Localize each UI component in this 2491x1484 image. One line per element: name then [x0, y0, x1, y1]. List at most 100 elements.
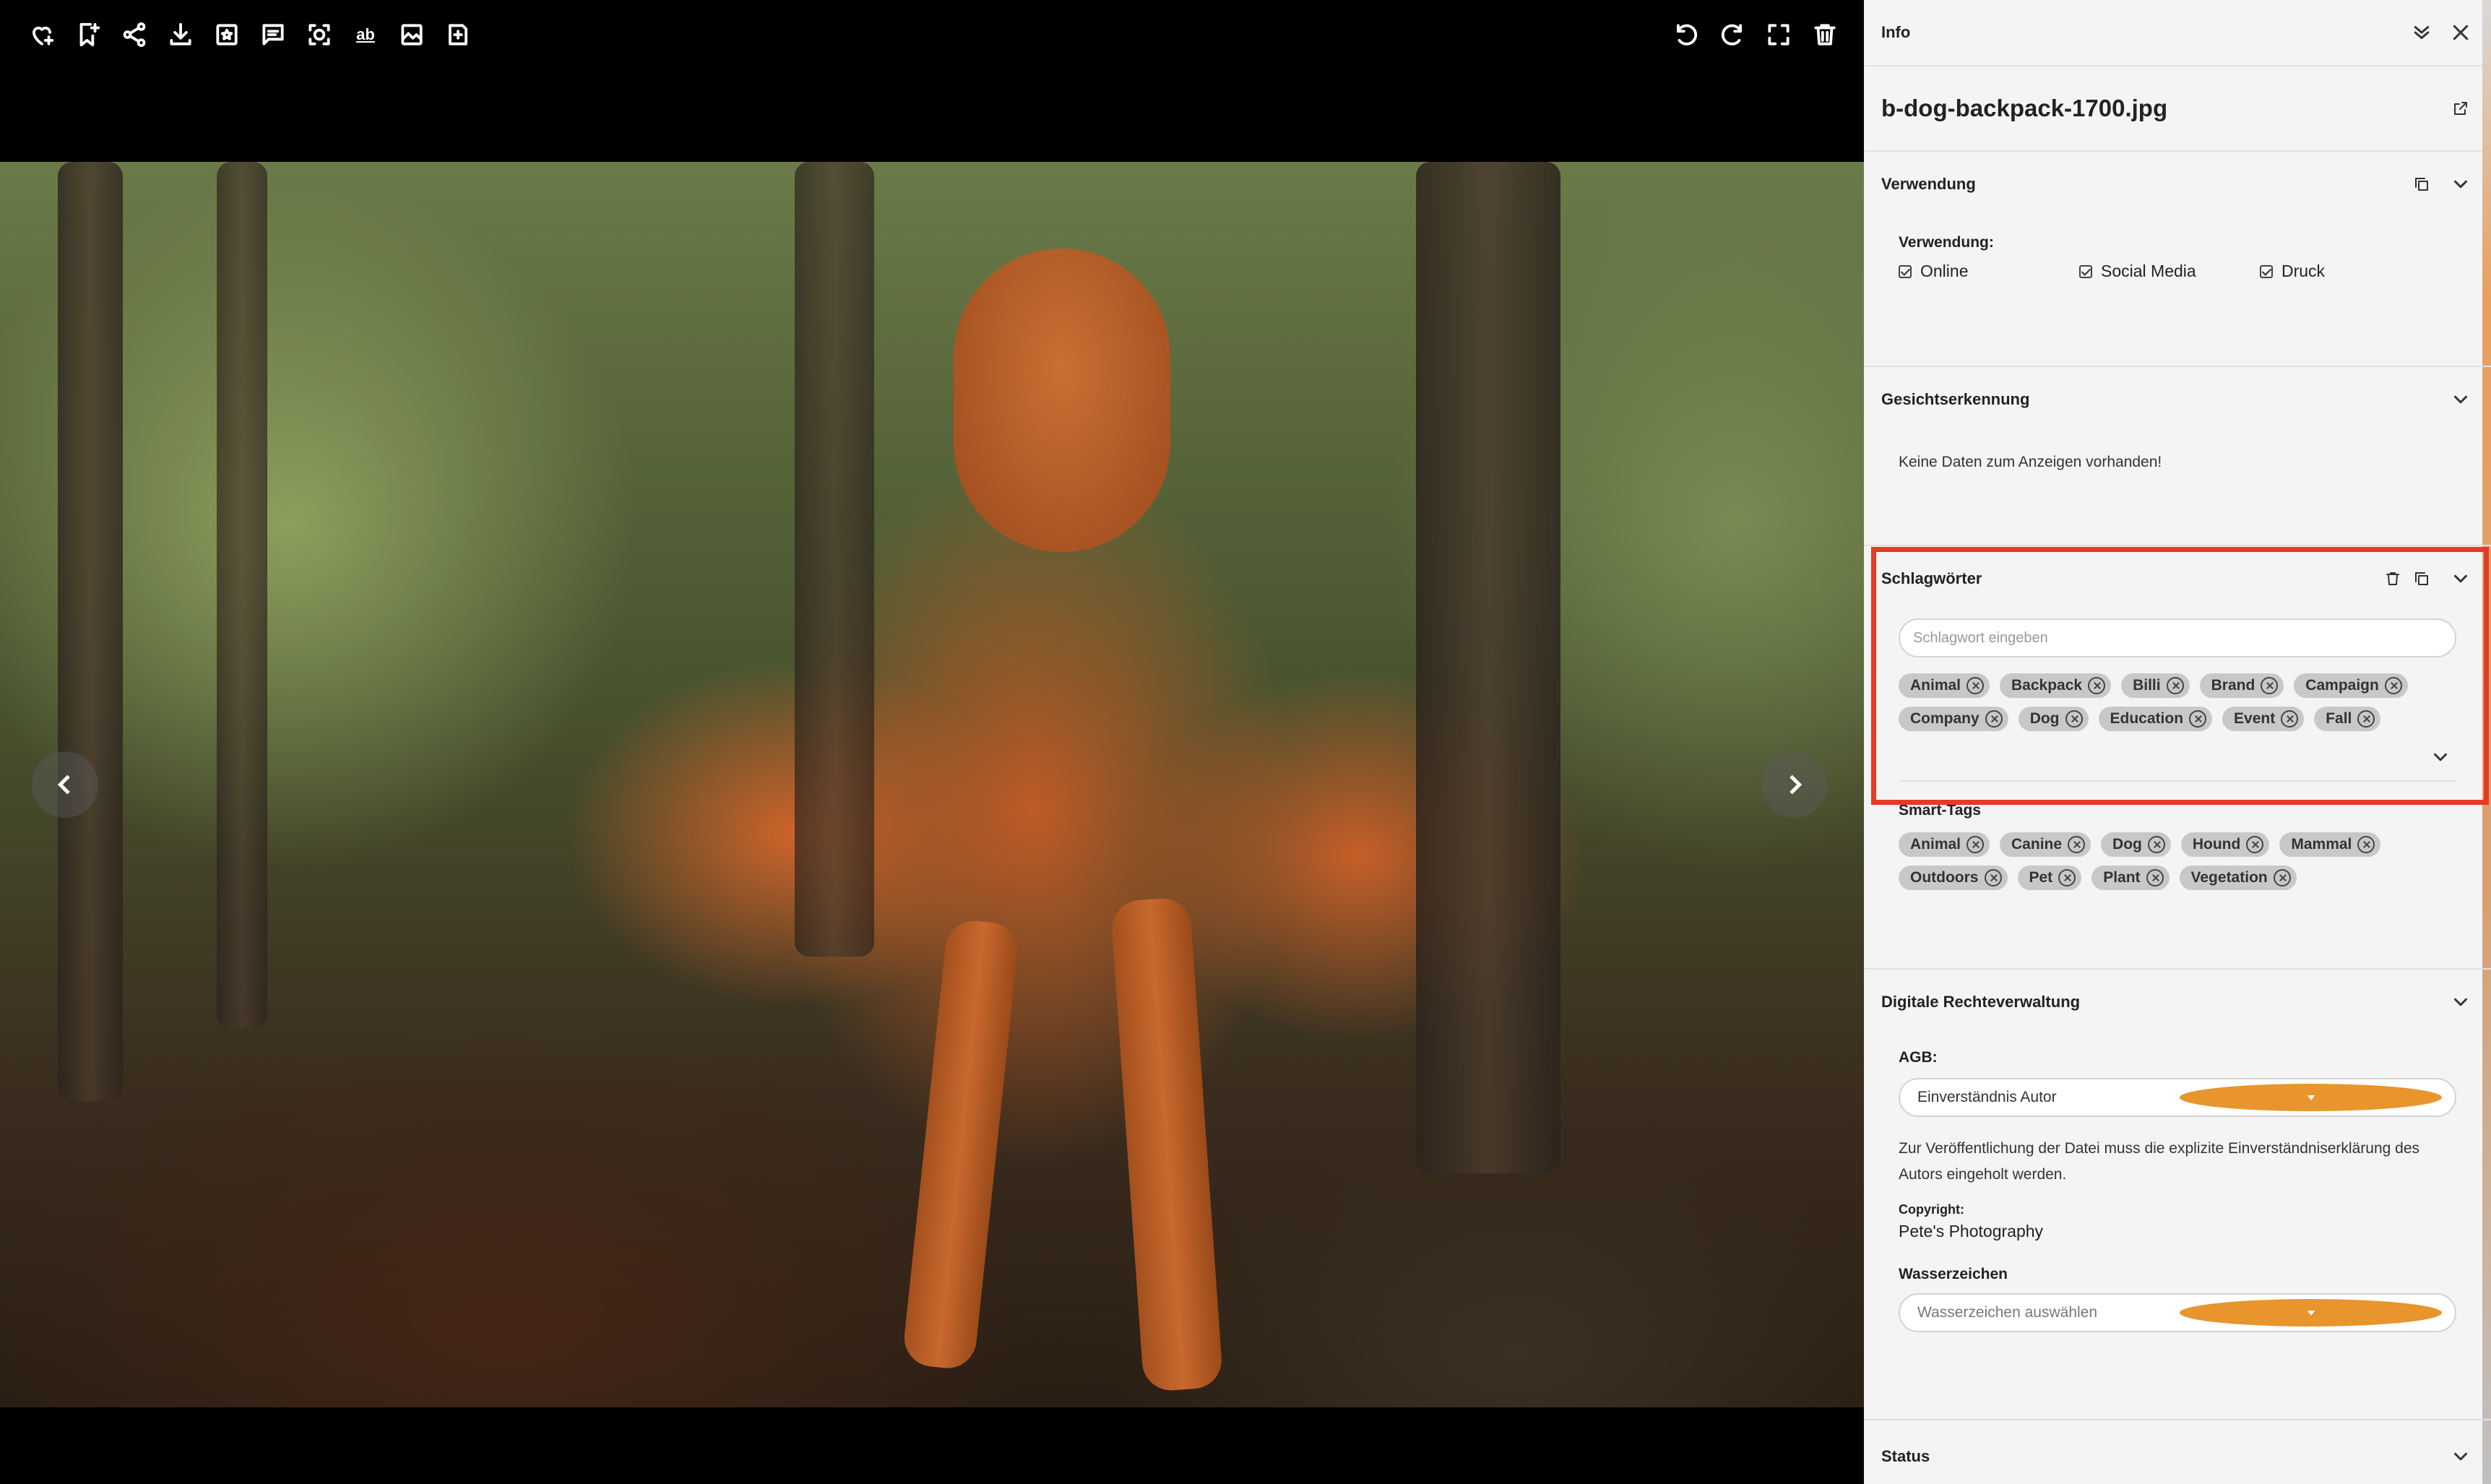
heart-plus-icon[interactable] [19, 14, 65, 55]
download-icon[interactable] [157, 14, 204, 55]
smart-tag[interactable]: Hound [2180, 832, 2270, 857]
tag-label: Animal [1910, 677, 1961, 694]
section-header[interactable]: Schlagwörter [1864, 546, 2491, 611]
smart-tag[interactable]: Vegetation [2179, 866, 2297, 890]
keyword-tag[interactable]: Dog [2018, 707, 2089, 731]
panel-title: Info [1881, 23, 1911, 41]
smart-tag[interactable]: Mammal [2279, 832, 2381, 857]
trash-icon[interactable] [1802, 14, 1848, 55]
keyword-tag[interactable]: Event [2222, 707, 2305, 731]
smart-tag[interactable]: Plant [2091, 866, 2170, 890]
remove-tag-icon[interactable] [1967, 677, 1985, 694]
remove-tag-icon[interactable] [2065, 710, 2083, 728]
copy-icon[interactable] [2409, 171, 2435, 197]
tag-label: Canine [2011, 836, 2063, 853]
keyword-tag[interactable]: Campaign [2294, 673, 2408, 698]
copy-icon[interactable] [2409, 566, 2435, 592]
smart-tag[interactable]: Pet [2017, 866, 2082, 890]
keyword-tag[interactable]: Education [2098, 707, 2213, 731]
section-schlagwoerter: Schlagwörter Schlagwort eingeben Animal B… [1864, 546, 2491, 970]
watermark-select[interactable]: Wasserzeichen auswählen [1899, 1293, 2456, 1332]
tag-label: Event [2234, 710, 2276, 727]
bookmark-add-icon[interactable] [65, 14, 111, 55]
open-external-icon[interactable] [2448, 95, 2474, 121]
file-name: b-dog-backpack-1700.jpg [1881, 95, 2168, 121]
remove-tag-icon[interactable] [2058, 869, 2076, 886]
fullscreen-icon[interactable] [1756, 14, 1802, 55]
next-image-button[interactable] [1761, 751, 1828, 818]
checkbox-icon [1899, 264, 1912, 278]
keyword-tag[interactable]: Brand [2199, 673, 2284, 698]
checkbox-druck[interactable]: Druck [2260, 262, 2440, 281]
star-box-icon[interactable] [204, 14, 250, 55]
chevron-down-icon[interactable] [2448, 989, 2474, 1015]
rotate-right-icon[interactable] [1709, 14, 1756, 55]
remove-tag-icon[interactable] [2147, 836, 2165, 853]
keyword-tag[interactable]: Company [1899, 707, 2008, 731]
remove-tag-icon[interactable] [2384, 677, 2402, 694]
checkbox-label: Social Media [2101, 262, 2196, 280]
keyword-tag[interactable]: Billi [2121, 673, 2190, 698]
remove-tag-icon[interactable] [2261, 677, 2279, 694]
close-icon[interactable] [2448, 20, 2474, 46]
face-scan-icon[interactable] [296, 14, 342, 55]
remove-tag-icon[interactable] [2246, 836, 2264, 853]
remove-tag-icon[interactable] [2189, 710, 2207, 728]
dog-leg [901, 918, 1021, 1371]
trash-icon[interactable] [2380, 566, 2406, 592]
previous-image-button[interactable] [32, 751, 98, 818]
chevron-down-icon[interactable] [2448, 1444, 2474, 1470]
remove-tag-icon[interactable] [2273, 869, 2291, 886]
remove-tag-icon[interactable] [2166, 677, 2184, 694]
image-edit-icon[interactable] [389, 14, 435, 55]
section-header[interactable]: Gesichtserkennung [1864, 367, 2491, 432]
remove-tag-icon[interactable] [2281, 710, 2299, 728]
copyright-value: Pete's Photography [1899, 1222, 2044, 1241]
smart-tag[interactable]: Canine [2000, 832, 2091, 857]
agb-select[interactable]: Einverständnis Autor [1899, 1078, 2456, 1117]
remove-tag-icon[interactable] [2068, 836, 2086, 853]
remove-tag-icon[interactable] [2146, 869, 2164, 886]
expand-tags-icon[interactable] [2427, 744, 2453, 770]
image-viewer: ab [0, 0, 1864, 1484]
tree-trunk [58, 162, 123, 1101]
keyword-input[interactable]: Schlagwort eingeben [1899, 618, 2456, 657]
chevron-down-icon[interactable] [2448, 566, 2474, 592]
remove-tag-icon[interactable] [1967, 836, 1985, 853]
rotate-left-icon[interactable] [1663, 14, 1709, 55]
remove-tag-icon[interactable] [2088, 677, 2106, 694]
section-title: Digitale Rechteverwaltung [1881, 993, 2081, 1011]
section-gesichtserkennung: Gesichtserkennung Keine Daten zum Anzeig… [1864, 367, 2491, 546]
smart-tag[interactable]: Outdoors [1899, 866, 2008, 890]
tag-label: Plant [2103, 869, 2141, 886]
remove-tag-icon[interactable] [2357, 710, 2375, 728]
keyword-input-placeholder: Schlagwort eingeben [1913, 629, 2048, 646]
checkbox-icon [2079, 264, 2092, 278]
tag-label: Mammal [2291, 836, 2352, 853]
save-copy-icon[interactable] [435, 14, 481, 55]
info-panel: Info b-dog-backpack-1700.jpg Verwendung … [1864, 0, 2491, 1484]
tag-label: Brand [2211, 677, 2255, 694]
agb-select-value: Einverständnis Autor [1917, 1089, 2057, 1105]
keyword-tag[interactable]: Fall [2314, 707, 2381, 731]
remove-tag-icon[interactable] [1985, 710, 2003, 728]
keyword-tag[interactable]: Animal [1899, 673, 1990, 698]
share-icon[interactable] [111, 14, 157, 55]
keyword-tag[interactable]: Backpack [2000, 673, 2112, 698]
checkbox-online[interactable]: Online [1899, 262, 2079, 281]
smart-tag[interactable]: Animal [1899, 832, 1990, 857]
comment-icon[interactable] [250, 14, 296, 55]
file-name-row: b-dog-backpack-1700.jpg [1864, 66, 2491, 152]
watermark-label: Wasserzeichen [1899, 1266, 2008, 1282]
text-recognition-icon[interactable]: ab [342, 14, 389, 55]
remove-tag-icon[interactable] [2357, 836, 2375, 853]
chevron-down-icon[interactable] [2448, 171, 2474, 197]
remove-tag-icon[interactable] [1984, 869, 2002, 886]
collapse-all-icon[interactable] [2409, 20, 2435, 46]
section-header[interactable]: Verwendung [1864, 152, 2491, 217]
section-header[interactable]: Status [1864, 1420, 2491, 1484]
checkbox-social-media[interactable]: Social Media [2079, 262, 2260, 281]
chevron-down-icon[interactable] [2448, 387, 2474, 413]
section-header[interactable]: Digitale Rechteverwaltung [1864, 970, 2491, 1035]
smart-tag[interactable]: Dog [2101, 832, 2171, 857]
